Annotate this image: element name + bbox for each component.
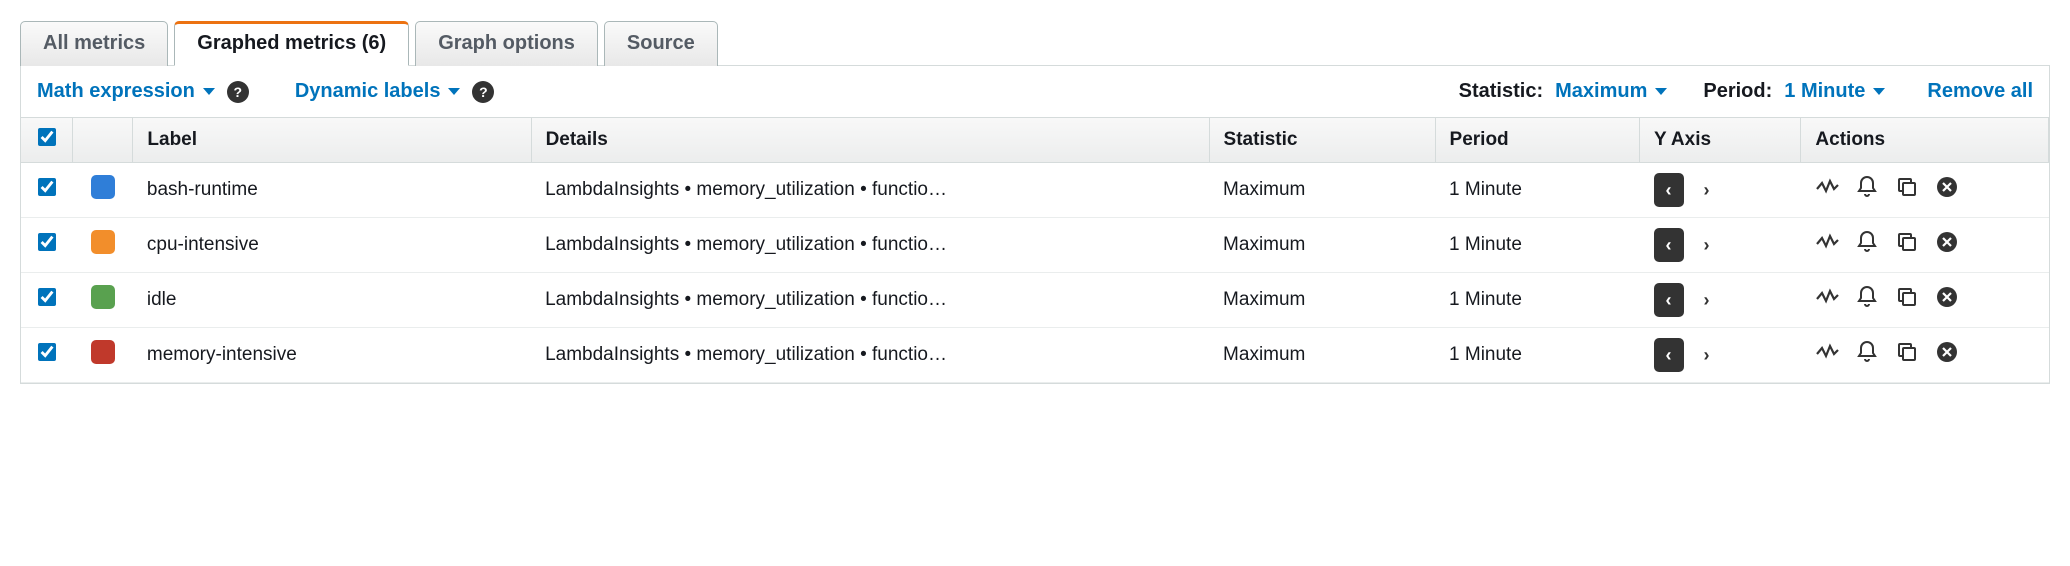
statistic-dropdown[interactable]: Maximum — [1555, 80, 1667, 103]
dynamic-labels-dropdown[interactable]: Dynamic labels — [295, 80, 461, 103]
header-details[interactable]: Details — [531, 118, 1209, 163]
yaxis-right-button[interactable]: › — [1692, 173, 1722, 207]
yaxis-right-button[interactable]: › — [1692, 338, 1722, 372]
yaxis-right-button[interactable]: › — [1692, 228, 1722, 262]
row-period[interactable]: 1 Minute — [1435, 273, 1639, 328]
remove-all-link[interactable]: Remove all — [1927, 80, 2033, 103]
row-period[interactable]: 1 Minute — [1435, 328, 1639, 383]
row-statistic[interactable]: Maximum — [1209, 218, 1435, 273]
duplicate-icon[interactable] — [1895, 175, 1919, 199]
chevron-down-icon — [203, 88, 215, 95]
chevron-down-icon — [1873, 88, 1885, 95]
row-label[interactable]: idle — [133, 273, 531, 328]
row-statistic[interactable]: Maximum — [1209, 273, 1435, 328]
period-value: 1 Minute — [1784, 80, 1865, 103]
header-actions[interactable]: Actions — [1801, 118, 2049, 163]
chevron-down-icon — [448, 88, 460, 95]
header-yaxis[interactable]: Y Axis — [1640, 118, 1801, 163]
tab-all-metrics[interactable]: All metrics — [20, 21, 168, 66]
color-swatch[interactable] — [91, 285, 115, 309]
metric-line-icon[interactable] — [1815, 230, 1839, 254]
help-icon[interactable]: ? — [472, 81, 494, 103]
yaxis-toggle: ‹ › — [1654, 283, 1722, 317]
metric-line-icon[interactable] — [1815, 340, 1839, 364]
color-swatch[interactable] — [91, 230, 115, 254]
row-actions — [1815, 285, 1959, 309]
bell-icon[interactable] — [1855, 285, 1879, 309]
header-label[interactable]: Label — [133, 118, 531, 163]
duplicate-icon[interactable] — [1895, 230, 1919, 254]
remove-icon[interactable] — [1935, 230, 1959, 254]
bell-icon[interactable] — [1855, 340, 1879, 364]
row-period[interactable]: 1 Minute — [1435, 218, 1639, 273]
row-checkbox[interactable] — [38, 178, 56, 196]
remove-icon[interactable] — [1935, 285, 1959, 309]
metric-line-icon[interactable] — [1815, 175, 1839, 199]
yaxis-left-button[interactable]: ‹ — [1654, 228, 1684, 262]
tab-graph-options[interactable]: Graph options — [415, 21, 598, 66]
yaxis-left-button[interactable]: ‹ — [1654, 173, 1684, 207]
row-label[interactable]: bash-runtime — [133, 163, 531, 218]
table-row: memory-intensive LambdaInsights • memory… — [21, 328, 2049, 383]
duplicate-icon[interactable] — [1895, 285, 1919, 309]
row-checkbox[interactable] — [38, 233, 56, 251]
tab-graphed-metrics[interactable]: Graphed metrics (6) — [174, 21, 409, 66]
graphed-metrics-panel: Math expression ? Dynamic labels ? Stati… — [20, 66, 2050, 384]
yaxis-toggle: ‹ › — [1654, 173, 1722, 207]
yaxis-right-button[interactable]: › — [1692, 283, 1722, 317]
dynamic-labels-label: Dynamic labels — [295, 80, 441, 103]
table-row: idle LambdaInsights • memory_utilization… — [21, 273, 2049, 328]
row-statistic[interactable]: Maximum — [1209, 163, 1435, 218]
row-details: LambdaInsights • memory_utilization • fu… — [545, 179, 1155, 201]
metric-line-icon[interactable] — [1815, 285, 1839, 309]
period-dropdown[interactable]: 1 Minute — [1784, 80, 1885, 103]
duplicate-icon[interactable] — [1895, 340, 1919, 364]
period-label: Period: — [1703, 80, 1772, 103]
chevron-down-icon — [1655, 88, 1667, 95]
statistic-label: Statistic: — [1459, 80, 1543, 103]
row-actions — [1815, 230, 1959, 254]
math-expression-dropdown[interactable]: Math expression — [37, 80, 215, 103]
row-label[interactable]: cpu-intensive — [133, 218, 531, 273]
header-statistic[interactable]: Statistic — [1209, 118, 1435, 163]
bell-icon[interactable] — [1855, 175, 1879, 199]
header-period[interactable]: Period — [1435, 118, 1639, 163]
color-swatch[interactable] — [91, 175, 115, 199]
row-actions — [1815, 175, 1959, 199]
row-details: LambdaInsights • memory_utilization • fu… — [545, 289, 1155, 311]
yaxis-left-button[interactable]: ‹ — [1654, 283, 1684, 317]
help-icon[interactable]: ? — [227, 81, 249, 103]
header-swatch — [73, 118, 133, 163]
row-checkbox[interactable] — [38, 343, 56, 361]
row-details: LambdaInsights • memory_utilization • fu… — [545, 234, 1155, 256]
bell-icon[interactable] — [1855, 230, 1879, 254]
header-checkbox-cell — [21, 118, 73, 163]
tabs-bar: All metrics Graphed metrics (6) Graph op… — [20, 20, 2050, 66]
row-period[interactable]: 1 Minute — [1435, 163, 1639, 218]
row-details: LambdaInsights • memory_utilization • fu… — [545, 344, 1155, 366]
statistic-value: Maximum — [1555, 80, 1647, 103]
table-row: cpu-intensive LambdaInsights • memory_ut… — [21, 218, 2049, 273]
table-row: bash-runtime LambdaInsights • memory_uti… — [21, 163, 2049, 218]
yaxis-toggle: ‹ › — [1654, 338, 1722, 372]
remove-icon[interactable] — [1935, 175, 1959, 199]
row-checkbox[interactable] — [38, 288, 56, 306]
row-label[interactable]: memory-intensive — [133, 328, 531, 383]
toolbar: Math expression ? Dynamic labels ? Stati… — [21, 66, 2049, 118]
tab-source[interactable]: Source — [604, 21, 718, 66]
yaxis-toggle: ‹ › — [1654, 228, 1722, 262]
metrics-table: Label Details Statistic Period Y Axis Ac… — [21, 118, 2049, 383]
row-statistic[interactable]: Maximum — [1209, 328, 1435, 383]
select-all-checkbox[interactable] — [38, 128, 56, 146]
row-actions — [1815, 340, 1959, 364]
remove-icon[interactable] — [1935, 340, 1959, 364]
math-expression-label: Math expression — [37, 80, 195, 103]
color-swatch[interactable] — [91, 340, 115, 364]
yaxis-left-button[interactable]: ‹ — [1654, 338, 1684, 372]
